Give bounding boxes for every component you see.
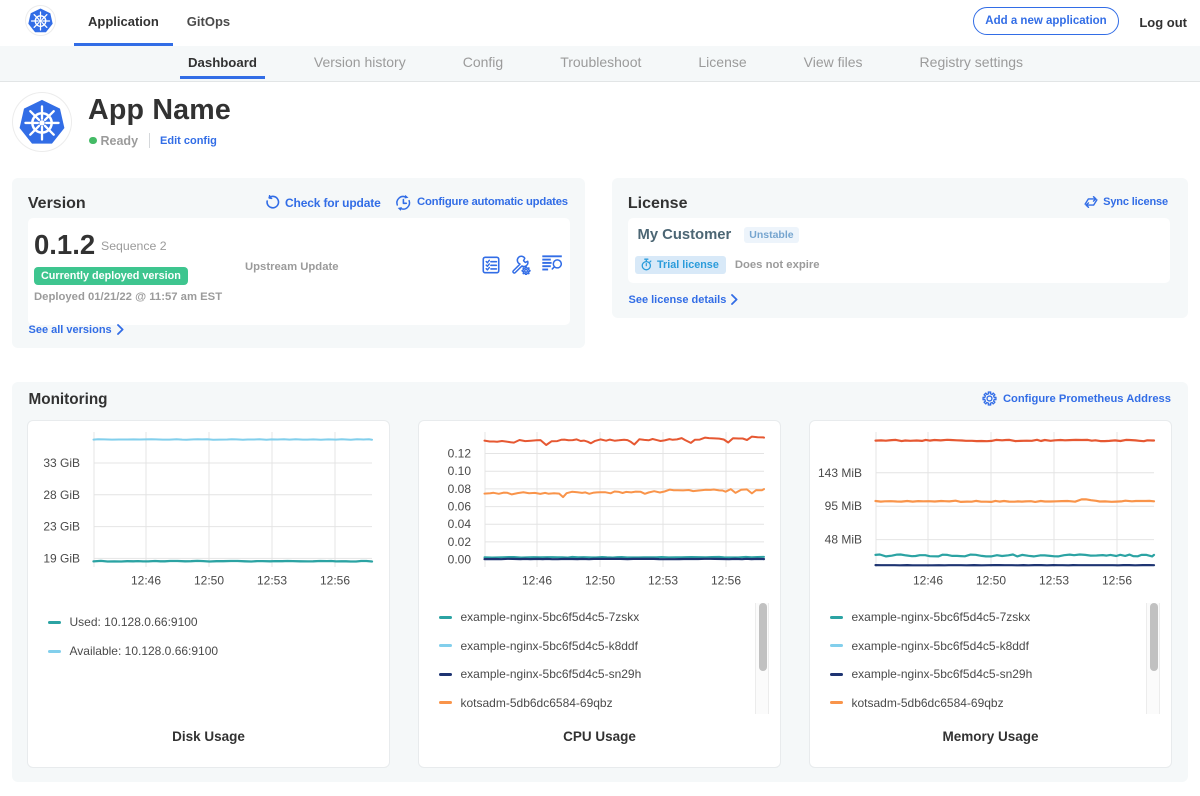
svg-text:0.10: 0.10 [448,464,472,478]
svg-text:0.06: 0.06 [448,500,472,514]
svg-text:12:50: 12:50 [194,574,224,588]
svg-text:0.00: 0.00 [448,553,472,567]
svg-text:12:50: 12:50 [585,574,615,588]
svg-text:12:46: 12:46 [913,574,943,588]
svg-text:12:46: 12:46 [131,574,161,588]
svg-text:143 MiB: 143 MiB [818,466,862,480]
svg-text:12:46: 12:46 [522,574,552,588]
svg-text:12:53: 12:53 [648,574,678,588]
svg-text:33 GiB: 33 GiB [43,456,80,470]
svg-text:0.12: 0.12 [448,447,472,461]
svg-text:0.02: 0.02 [448,535,472,549]
svg-text:12:56: 12:56 [320,574,350,588]
svg-text:12:56: 12:56 [1102,574,1132,588]
svg-text:28 GiB: 28 GiB [43,488,80,502]
svg-text:48 MiB: 48 MiB [825,533,862,547]
svg-text:12:53: 12:53 [1039,574,1069,588]
svg-text:12:50: 12:50 [976,574,1006,588]
svg-text:23 GiB: 23 GiB [43,520,80,534]
svg-text:19 GiB: 19 GiB [43,551,80,565]
svg-text:0.08: 0.08 [448,482,472,496]
svg-text:0.04: 0.04 [448,517,472,531]
svg-text:12:56: 12:56 [711,574,741,588]
svg-text:12:53: 12:53 [257,574,287,588]
svg-text:95 MiB: 95 MiB [825,499,862,513]
